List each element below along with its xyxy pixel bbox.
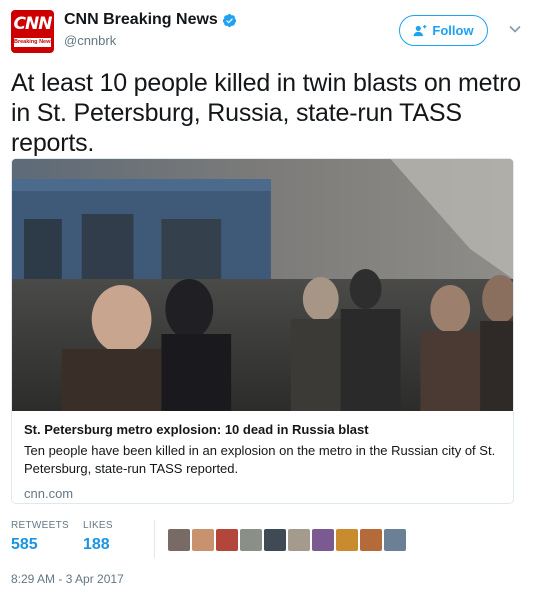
author-display-name-text: CNN Breaking News bbox=[64, 11, 218, 28]
author-avatar[interactable]: CNN Breaking News bbox=[11, 10, 54, 53]
liker-avatar[interactable] bbox=[384, 529, 406, 551]
liker-avatar[interactable] bbox=[264, 529, 286, 551]
stats-divider bbox=[154, 520, 155, 558]
card-image bbox=[12, 159, 513, 411]
cnn-logo: CNN bbox=[13, 14, 53, 34]
liker-avatar[interactable] bbox=[192, 529, 214, 551]
likes-stat[interactable]: LIKES 188 bbox=[83, 520, 113, 554]
avatar-strip-text: Breaking News bbox=[14, 38, 51, 47]
follow-person-plus-icon bbox=[413, 24, 427, 36]
retweets-label: RETWEETS bbox=[11, 520, 69, 531]
retweets-stat[interactable]: RETWEETS 585 bbox=[11, 520, 69, 554]
author-display-name[interactable]: CNN Breaking News bbox=[64, 11, 237, 29]
liker-avatar[interactable] bbox=[312, 529, 334, 551]
tweet-header: CNN Breaking News CNN Breaking News @cnn… bbox=[11, 10, 526, 54]
link-card[interactable]: St. Petersburg metro explosion: 10 dead … bbox=[11, 158, 514, 504]
tweet-timestamp[interactable]: 8:29 AM - 3 Apr 2017 bbox=[11, 572, 124, 586]
author-names: CNN Breaking News @cnnbrk bbox=[64, 11, 237, 48]
tweet-text: At least 10 people killed in twin blasts… bbox=[11, 69, 521, 157]
author-handle[interactable]: @cnnbrk bbox=[64, 33, 237, 48]
liker-avatar[interactable] bbox=[240, 529, 262, 551]
card-body: St. Petersburg metro explosion: 10 dead … bbox=[12, 411, 513, 503]
follow-button-label: Follow bbox=[432, 23, 474, 38]
liker-avatar[interactable] bbox=[360, 529, 382, 551]
chevron-down-icon[interactable] bbox=[508, 22, 522, 36]
liker-avatars bbox=[168, 529, 406, 551]
liker-avatar[interactable] bbox=[288, 529, 310, 551]
liker-avatar[interactable] bbox=[336, 529, 358, 551]
verified-badge-icon bbox=[222, 13, 236, 27]
liker-avatar[interactable] bbox=[216, 529, 238, 551]
likes-label: LIKES bbox=[83, 520, 113, 531]
likes-count[interactable]: 188 bbox=[83, 536, 113, 554]
card-domain: cnn.com bbox=[24, 486, 74, 501]
tweet-stats: RETWEETS 585 LIKES 188 bbox=[11, 520, 526, 560]
follow-button[interactable]: Follow bbox=[399, 15, 488, 46]
liker-avatar[interactable] bbox=[168, 529, 190, 551]
retweets-count[interactable]: 585 bbox=[11, 536, 69, 554]
card-title[interactable]: St. Petersburg metro explosion: 10 dead … bbox=[24, 421, 501, 439]
card-description: Ten people have been killed in an explos… bbox=[24, 443, 496, 476]
